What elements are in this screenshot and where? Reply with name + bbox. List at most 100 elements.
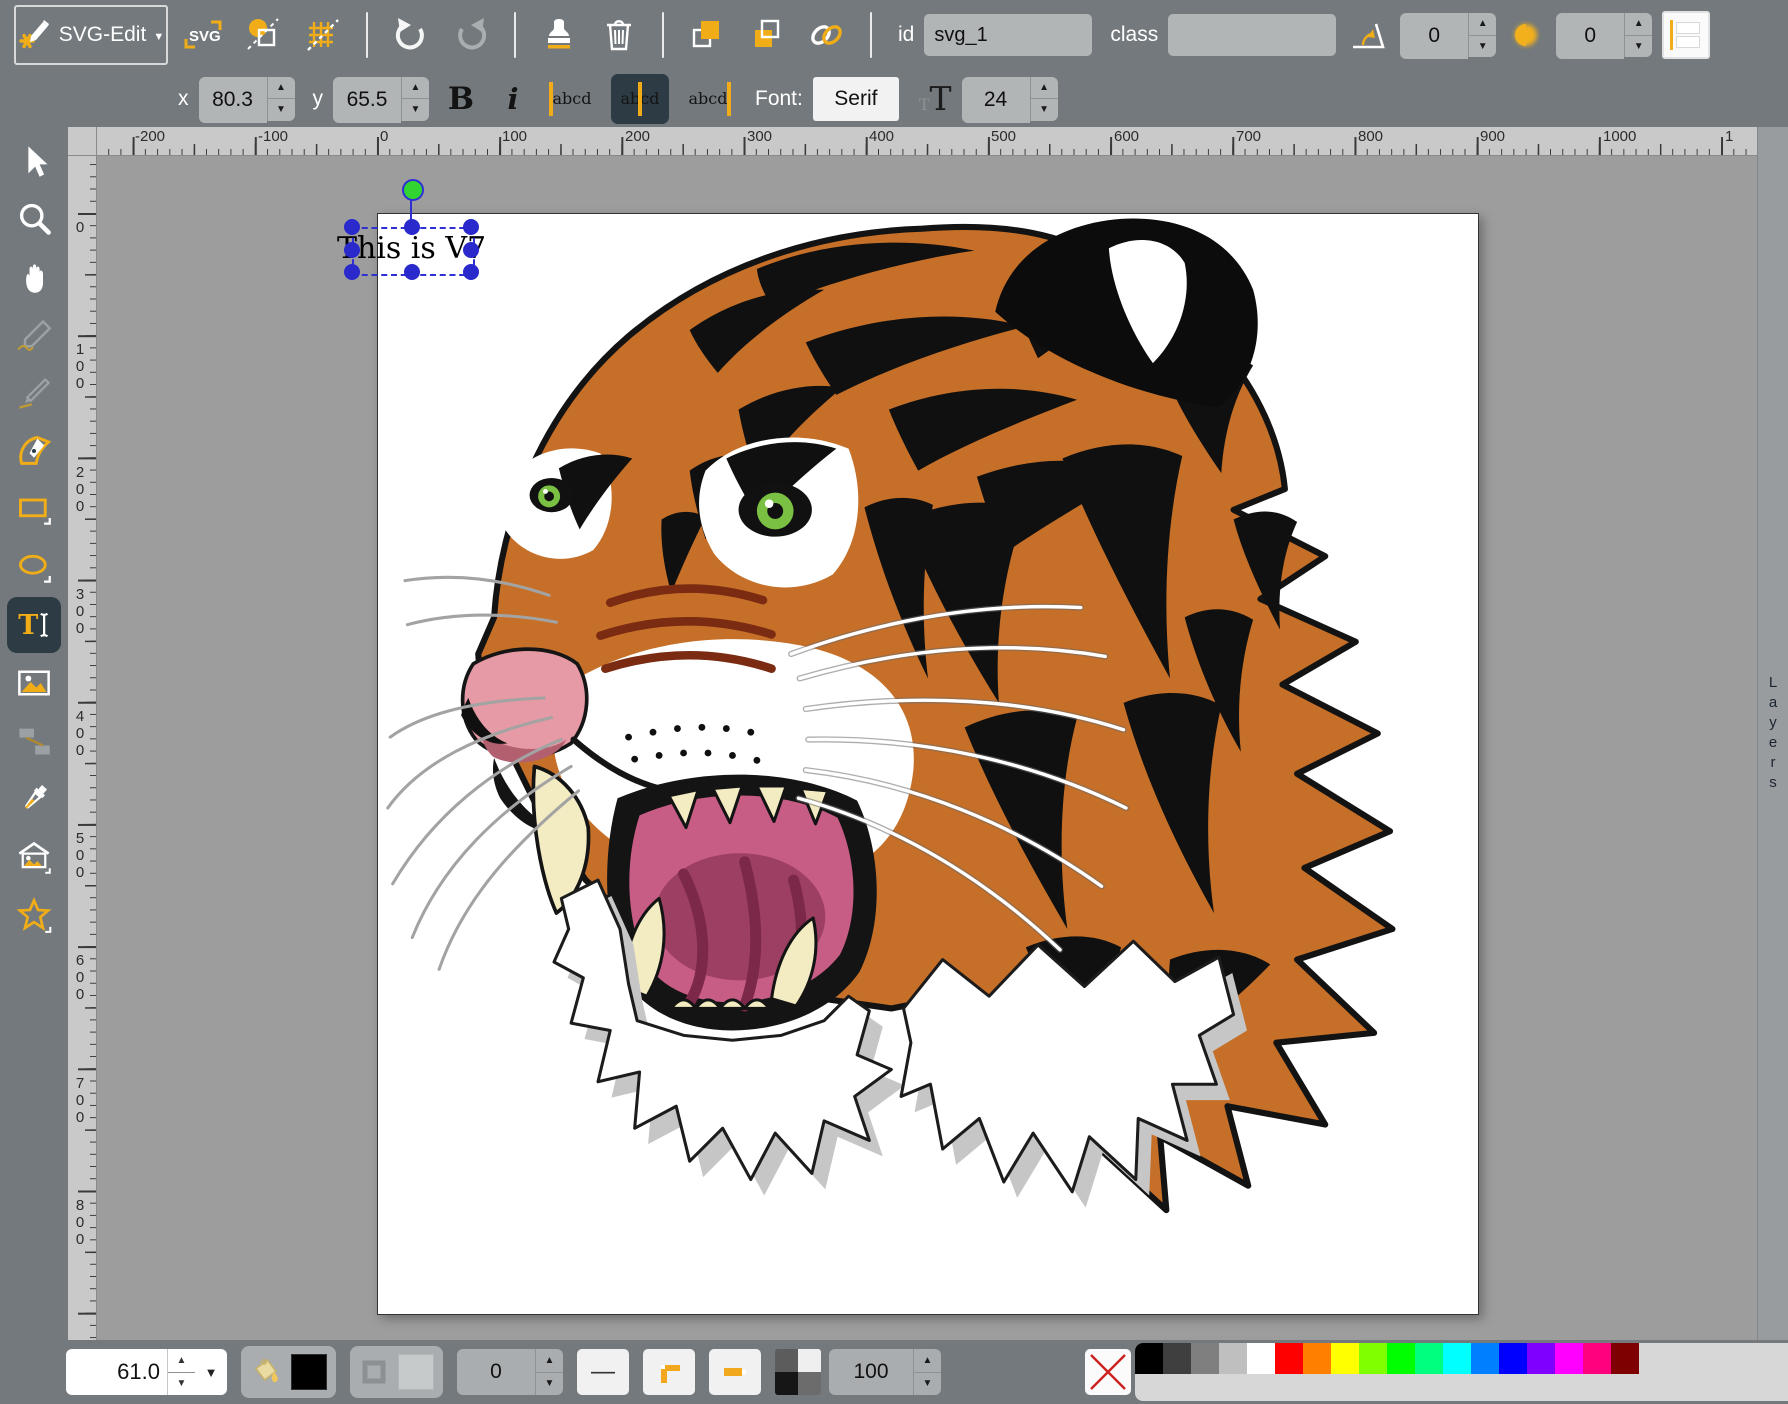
move-to-bottom-button[interactable] [742, 7, 792, 63]
linecap-button[interactable] [709, 1349, 761, 1395]
stroke-width-spinner[interactable]: ▲▼ [535, 1349, 563, 1395]
palette-swatch-#000000[interactable] [1135, 1343, 1163, 1374]
svg-text:SVG: SVG [189, 28, 221, 45]
italic-button[interactable]: i [493, 82, 533, 116]
ruler-top-label: 100 [502, 128, 527, 145]
tool-select-button[interactable] [7, 133, 61, 189]
x-label: x [178, 87, 189, 111]
text-anchor-start-button[interactable]: abcd [543, 74, 601, 124]
rotate-handle[interactable] [402, 179, 424, 201]
resize-handle-ne[interactable] [463, 219, 479, 235]
palette-swatch-#00ffff[interactable] [1443, 1343, 1471, 1374]
opacity-spinner[interactable]: ▲▼ [913, 1349, 941, 1395]
resize-handle-se[interactable] [463, 264, 479, 280]
font-size-input[interactable] [962, 77, 1030, 123]
tool-ellipse-button[interactable] [7, 539, 61, 595]
palette-swatch-#7f0000[interactable] [1611, 1343, 1639, 1374]
snap-grid-button[interactable] [298, 7, 348, 63]
palette-swatch-#ff007f[interactable] [1583, 1343, 1611, 1374]
tool-star-button[interactable] [7, 887, 61, 943]
palette-swatch-#00ff7f[interactable] [1415, 1343, 1443, 1374]
stroke-color-widget[interactable] [350, 1346, 443, 1398]
x-spinner[interactable]: ▲▼ [267, 77, 295, 121]
angle-input[interactable] [1400, 13, 1468, 59]
resize-handle-sw[interactable] [344, 264, 360, 280]
stroke-color-swatch[interactable] [398, 1354, 434, 1390]
resize-handle-w[interactable] [344, 242, 360, 258]
angle-spinner[interactable]: ▲▼ [1468, 13, 1496, 57]
zoom-dropdown-icon[interactable]: ▼ [195, 1365, 227, 1380]
bold-button[interactable]: B [439, 81, 483, 117]
zoom-spinner[interactable]: ▲▼ [167, 1349, 195, 1395]
blur-icon [1506, 7, 1546, 63]
font-family-button[interactable]: Serif [813, 77, 899, 121]
tool-text-button[interactable]: T [7, 597, 61, 653]
linejoin-button[interactable] [643, 1349, 695, 1395]
tool-zoom-button[interactable] [7, 191, 61, 247]
align-position-button[interactable] [1662, 11, 1710, 59]
palette-swatch-#ff0000[interactable] [1275, 1343, 1303, 1374]
svg-source-button[interactable]: SVG [178, 7, 228, 63]
tool-pan-button[interactable] [7, 249, 61, 305]
tool-rectangle-button[interactable] [7, 481, 61, 537]
tool-eyedropper-button[interactable] [7, 771, 61, 827]
layers-panel-handle[interactable]: Layers [1757, 127, 1788, 1340]
tool-path-button[interactable] [7, 423, 61, 479]
ruler-top-label: 0 [380, 128, 388, 145]
fill-color-swatch[interactable] [291, 1354, 327, 1390]
undo-button[interactable] [386, 7, 436, 63]
palette-swatch-#ffffff[interactable] [1247, 1343, 1275, 1374]
tool-pencil-button[interactable] [7, 307, 61, 363]
palette-swatch-#0000ff[interactable] [1499, 1343, 1527, 1374]
top-toolbar: SVG-Edit ▼ SVG [0, 0, 1788, 127]
main-menu-button[interactable]: SVG-Edit ▼ [14, 5, 168, 65]
linejoin-miter-icon [654, 1357, 684, 1387]
palette-none-swatch[interactable] [1085, 1349, 1131, 1395]
svg-canvas[interactable] [377, 213, 1479, 1315]
tool-image-button[interactable] [7, 655, 61, 711]
blur-input[interactable] [1556, 13, 1624, 59]
clone-button[interactable] [534, 7, 584, 63]
delete-icon[interactable] [594, 7, 644, 63]
wireframe-button[interactable] [238, 7, 288, 63]
palette-swatch-#7f00ff[interactable] [1527, 1343, 1555, 1374]
palette-swatch-#7fff00[interactable] [1359, 1343, 1387, 1374]
palette-swatch-#3f3f3f[interactable] [1163, 1343, 1191, 1374]
palette-swatch-#7f7f7f[interactable] [1191, 1343, 1219, 1374]
link-button[interactable] [802, 7, 852, 63]
tool-connector-button[interactable] [7, 713, 61, 769]
move-to-top-button[interactable] [682, 7, 732, 63]
class-input[interactable] [1168, 14, 1336, 56]
zoom-input[interactable] [66, 1358, 167, 1386]
id-input[interactable] [924, 14, 1092, 56]
y-input[interactable] [333, 77, 401, 123]
resize-handle-s[interactable] [404, 264, 420, 280]
redo-button[interactable] [446, 7, 496, 63]
stroke-style-button[interactable]: — [577, 1349, 629, 1395]
ruler-left-label: 600 [73, 952, 87, 1003]
opacity-widget: ▲▼ [775, 1349, 941, 1395]
y-spinner[interactable]: ▲▼ [401, 77, 429, 121]
ruler-top-label: 200 [625, 128, 650, 145]
palette-swatch-#ff00ff[interactable] [1555, 1343, 1583, 1374]
text-anchor-end-button[interactable]: abcd [679, 74, 737, 124]
resize-handle-e[interactable] [463, 242, 479, 258]
font-size-spinner[interactable]: ▲▼ [1030, 77, 1058, 121]
tool-line-button[interactable] [7, 365, 61, 421]
opacity-input[interactable] [829, 1349, 913, 1395]
text-anchor-middle-button[interactable]: abcd [611, 74, 669, 124]
fill-color-widget[interactable] [241, 1346, 336, 1398]
resize-handle-nw[interactable] [344, 219, 360, 235]
palette-swatch-#bfbfbf[interactable] [1219, 1343, 1247, 1374]
tool-shape-library-button[interactable] [7, 829, 61, 885]
stroke-width-input[interactable] [457, 1349, 535, 1395]
palette-swatch-#ff7f00[interactable] [1303, 1343, 1331, 1374]
blur-spinner[interactable]: ▲▼ [1624, 13, 1652, 57]
palette-swatch-#007fff[interactable] [1471, 1343, 1499, 1374]
x-input[interactable] [199, 77, 267, 123]
workarea[interactable]: -200-10001002003004005006007008009001000… [68, 127, 1788, 1340]
palette-swatch-#ffff00[interactable] [1331, 1343, 1359, 1374]
resize-handle-n[interactable] [404, 219, 420, 235]
palette-swatch-#00ff00[interactable] [1387, 1343, 1415, 1374]
align-right-icon [727, 82, 731, 116]
